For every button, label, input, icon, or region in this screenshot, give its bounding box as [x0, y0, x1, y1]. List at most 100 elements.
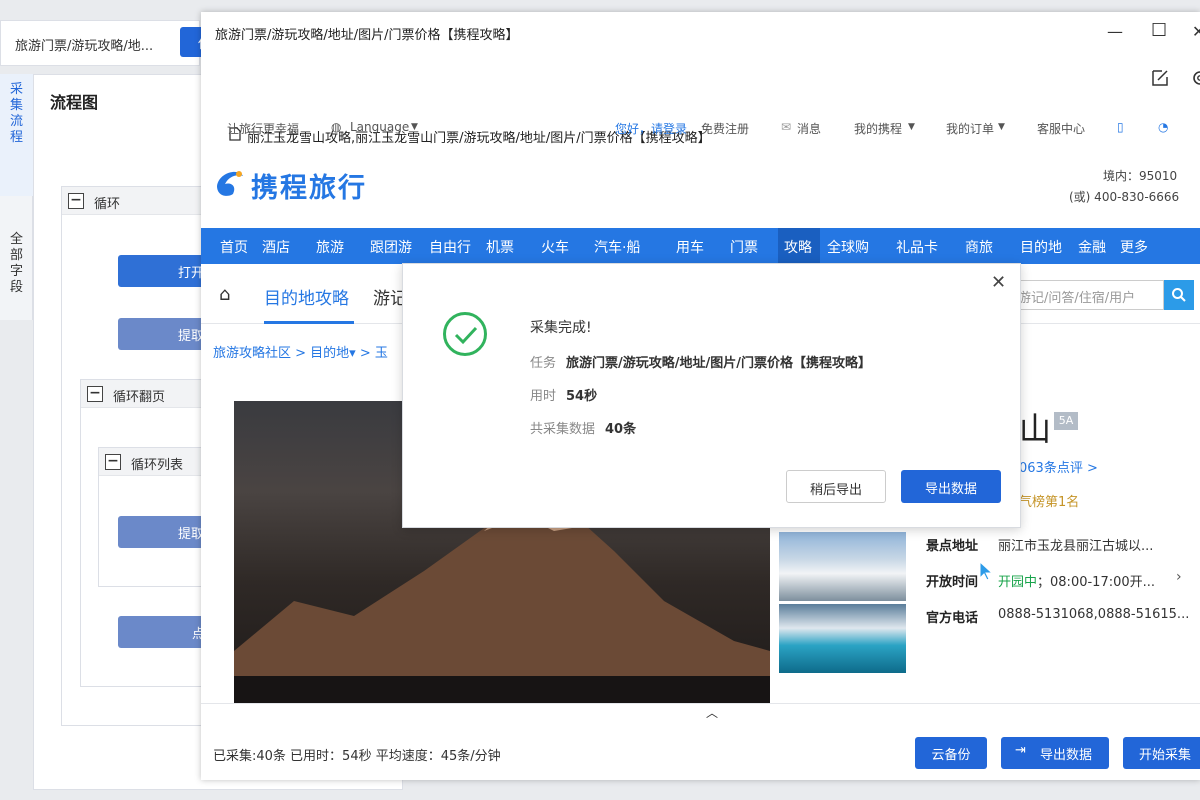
reviews-link[interactable]: 063条点评 >: [1019, 457, 1098, 476]
scenic-thumb-2[interactable]: [779, 604, 906, 673]
close-icon[interactable]: ✕: [991, 272, 1006, 293]
collapse-icon[interactable]: −: [87, 386, 103, 402]
login-link[interactable]: 您好，请登录: [615, 120, 687, 137]
search-button[interactable]: [1164, 280, 1194, 310]
window-title: 旅游门票/游玩攻略/地址/图片/门票价格【携程攻略】: [215, 28, 519, 43]
loop-header[interactable]: − 循环: [62, 187, 210, 215]
logo-row: 携程旅行 境内：95010 (或) 400-830-6666: [201, 152, 1200, 222]
loop-list-header[interactable]: − 循环列表: [99, 448, 209, 476]
popularity-rank[interactable]: 气榜第1名: [1019, 491, 1079, 510]
cloud-backup-button[interactable]: 云备份: [915, 737, 987, 769]
scenic-title: 山: [1019, 410, 1052, 448]
background-tab-title: 旅游门票/游玩攻略/地...: [15, 39, 154, 54]
home-icon[interactable]: ⌂: [219, 284, 230, 305]
hotline-domestic: 境内：95010: [1103, 169, 1178, 183]
register-link[interactable]: 免费注册: [701, 120, 749, 137]
slogan: 让旅行更幸福: [227, 122, 300, 136]
nav-item[interactable]: 汽车·船: [594, 237, 640, 257]
nav-item[interactable]: 首页: [220, 237, 248, 257]
hours-label: 开放时间: [926, 575, 979, 590]
start-collect-button[interactable]: 开始采集: [1123, 737, 1200, 769]
mail-icon: ✉: [781, 120, 792, 134]
chevron-up-icon[interactable]: ︿: [706, 704, 718, 721]
globe-icon: ◍: [331, 120, 342, 134]
nav-item[interactable]: 机票: [486, 237, 514, 257]
dolphin-logo-icon: [217, 171, 243, 196]
chevron-down-icon: ▼: [998, 122, 1005, 132]
search-icon: [1172, 288, 1186, 302]
export-label: 导出数据: [1039, 748, 1092, 763]
nav-item[interactable]: 用车: [676, 237, 704, 257]
loop-list-label: 循环列表: [131, 458, 184, 473]
export-data-button[interactable]: ⇥ 导出数据: [1001, 737, 1109, 769]
address-label: 景点地址: [926, 539, 979, 554]
settings-icon[interactable]: [1191, 69, 1200, 87]
language-selector[interactable]: Language: [350, 120, 409, 134]
status-text: 已采集:40条 已用时：54秒 平均速度：45条/分钟: [213, 749, 501, 764]
background-tab[interactable]: 旅游门票/游玩攻略/地... 保: [0, 20, 220, 66]
tab-label: 全部字段: [10, 232, 24, 295]
task-row: 任务 旅游门票/游玩攻略/地址/图片/门票价格【携程攻略】: [530, 352, 871, 371]
nav-item[interactable]: 酒店: [262, 237, 290, 257]
chevron-right-icon[interactable]: ›: [1176, 569, 1182, 585]
export-data-dialog-button[interactable]: 导出数据: [901, 470, 1001, 503]
nav-item[interactable]: 礼品卡: [896, 237, 938, 257]
collapse-icon[interactable]: −: [68, 193, 84, 209]
time-label: 用时: [530, 389, 557, 404]
export-later-button[interactable]: 稍后导出: [786, 470, 886, 503]
scenic-thumb-1[interactable]: [779, 532, 906, 601]
tab-all-fields[interactable]: 全部字段: [0, 224, 33, 296]
tab-destination-guide[interactable]: 目的地攻略: [264, 284, 349, 309]
address-value: 丽江市玉龙县丽江古城以...: [998, 539, 1154, 554]
count-row: 共采集数据 40条: [530, 418, 636, 437]
maximize-icon[interactable]: ☐: [1151, 20, 1167, 41]
nav-item[interactable]: 更多: [1120, 237, 1148, 257]
my-orders-link[interactable]: 我的订单: [946, 120, 994, 137]
nav-item[interactable]: 商旅: [965, 237, 993, 257]
hours-text: ；08:00-17:00开...: [1037, 575, 1156, 590]
my-ctrip-link[interactable]: 我的携程: [854, 120, 902, 137]
service-link[interactable]: 客服中心: [1037, 120, 1085, 137]
success-check-icon: [443, 312, 487, 356]
nav-item[interactable]: 跟团游: [370, 237, 412, 257]
mobile-icon[interactable]: ▯: [1117, 120, 1124, 134]
wechat-icon[interactable]: ◔: [1158, 120, 1168, 134]
hours-value: 开园中；08:00-17:00开...: [998, 571, 1155, 590]
phone-label: 官方电话: [926, 611, 979, 626]
breadcrumb[interactable]: 旅游攻略社区 > 目的地▾ > 玉: [213, 342, 388, 361]
tab-underline: [264, 321, 354, 324]
minimize-icon[interactable]: —: [1107, 22, 1123, 41]
loop-page-header[interactable]: − 循环翻页: [81, 380, 209, 408]
tab-collect-flow[interactable]: 采集流程: [0, 74, 33, 196]
browser-window: 旅游门票/游玩攻略/地址/图片/门票价格【携程攻略】 — ☐ ✕ 丽江玉龙雪山攻…: [201, 12, 1200, 780]
chevron-down-icon: ▼: [411, 122, 418, 132]
site-logo[interactable]: 携程旅行: [251, 166, 367, 205]
count-value: 40条: [605, 422, 637, 437]
tab-label: 采集流程: [10, 82, 24, 145]
flow-title: 流程图: [50, 93, 99, 112]
count-label: 共采集数据: [530, 422, 596, 437]
nav-item[interactable]: 目的地: [1020, 237, 1062, 257]
nav-item-active[interactable]: 攻略: [784, 237, 812, 257]
export-icon: ⇥: [1015, 743, 1026, 758]
loop-page-label: 循环翻页: [113, 390, 166, 405]
nav-item[interactable]: 全球购: [827, 237, 869, 257]
nav-item[interactable]: 火车: [541, 237, 569, 257]
open-status: 开园中: [998, 575, 1038, 590]
time-row: 用时 54秒: [530, 385, 597, 404]
time-value: 54秒: [566, 389, 598, 404]
edit-icon[interactable]: [1151, 69, 1169, 87]
loop-list-block[interactable]: − 循环列表 提取数据: [98, 447, 218, 587]
completion-dialog: ✕ 采集完成! 任务 旅游门票/游玩攻略/地址/图片/门票价格【携程攻略】 用时 5…: [402, 263, 1021, 528]
close-icon[interactable]: ✕: [1192, 22, 1200, 41]
nav-item[interactable]: 门票: [730, 237, 758, 257]
site-nav: 首页 酒店 旅游 跟团游 自由行 机票 火车 汽车·船 用车 门票 攻略 全球购…: [201, 228, 1200, 264]
nav-item[interactable]: 自由行: [429, 237, 471, 257]
nav-item[interactable]: 金融: [1078, 237, 1106, 257]
nav-item[interactable]: 旅游: [316, 237, 344, 257]
collapse-icon[interactable]: −: [105, 454, 121, 470]
hotline-other: (或) 400-830-6666: [1069, 190, 1180, 204]
side-tabs: 采集流程 全部字段: [0, 74, 33, 320]
dialog-title: 采集完成!: [530, 320, 592, 336]
messages-link[interactable]: 消息: [797, 120, 821, 137]
